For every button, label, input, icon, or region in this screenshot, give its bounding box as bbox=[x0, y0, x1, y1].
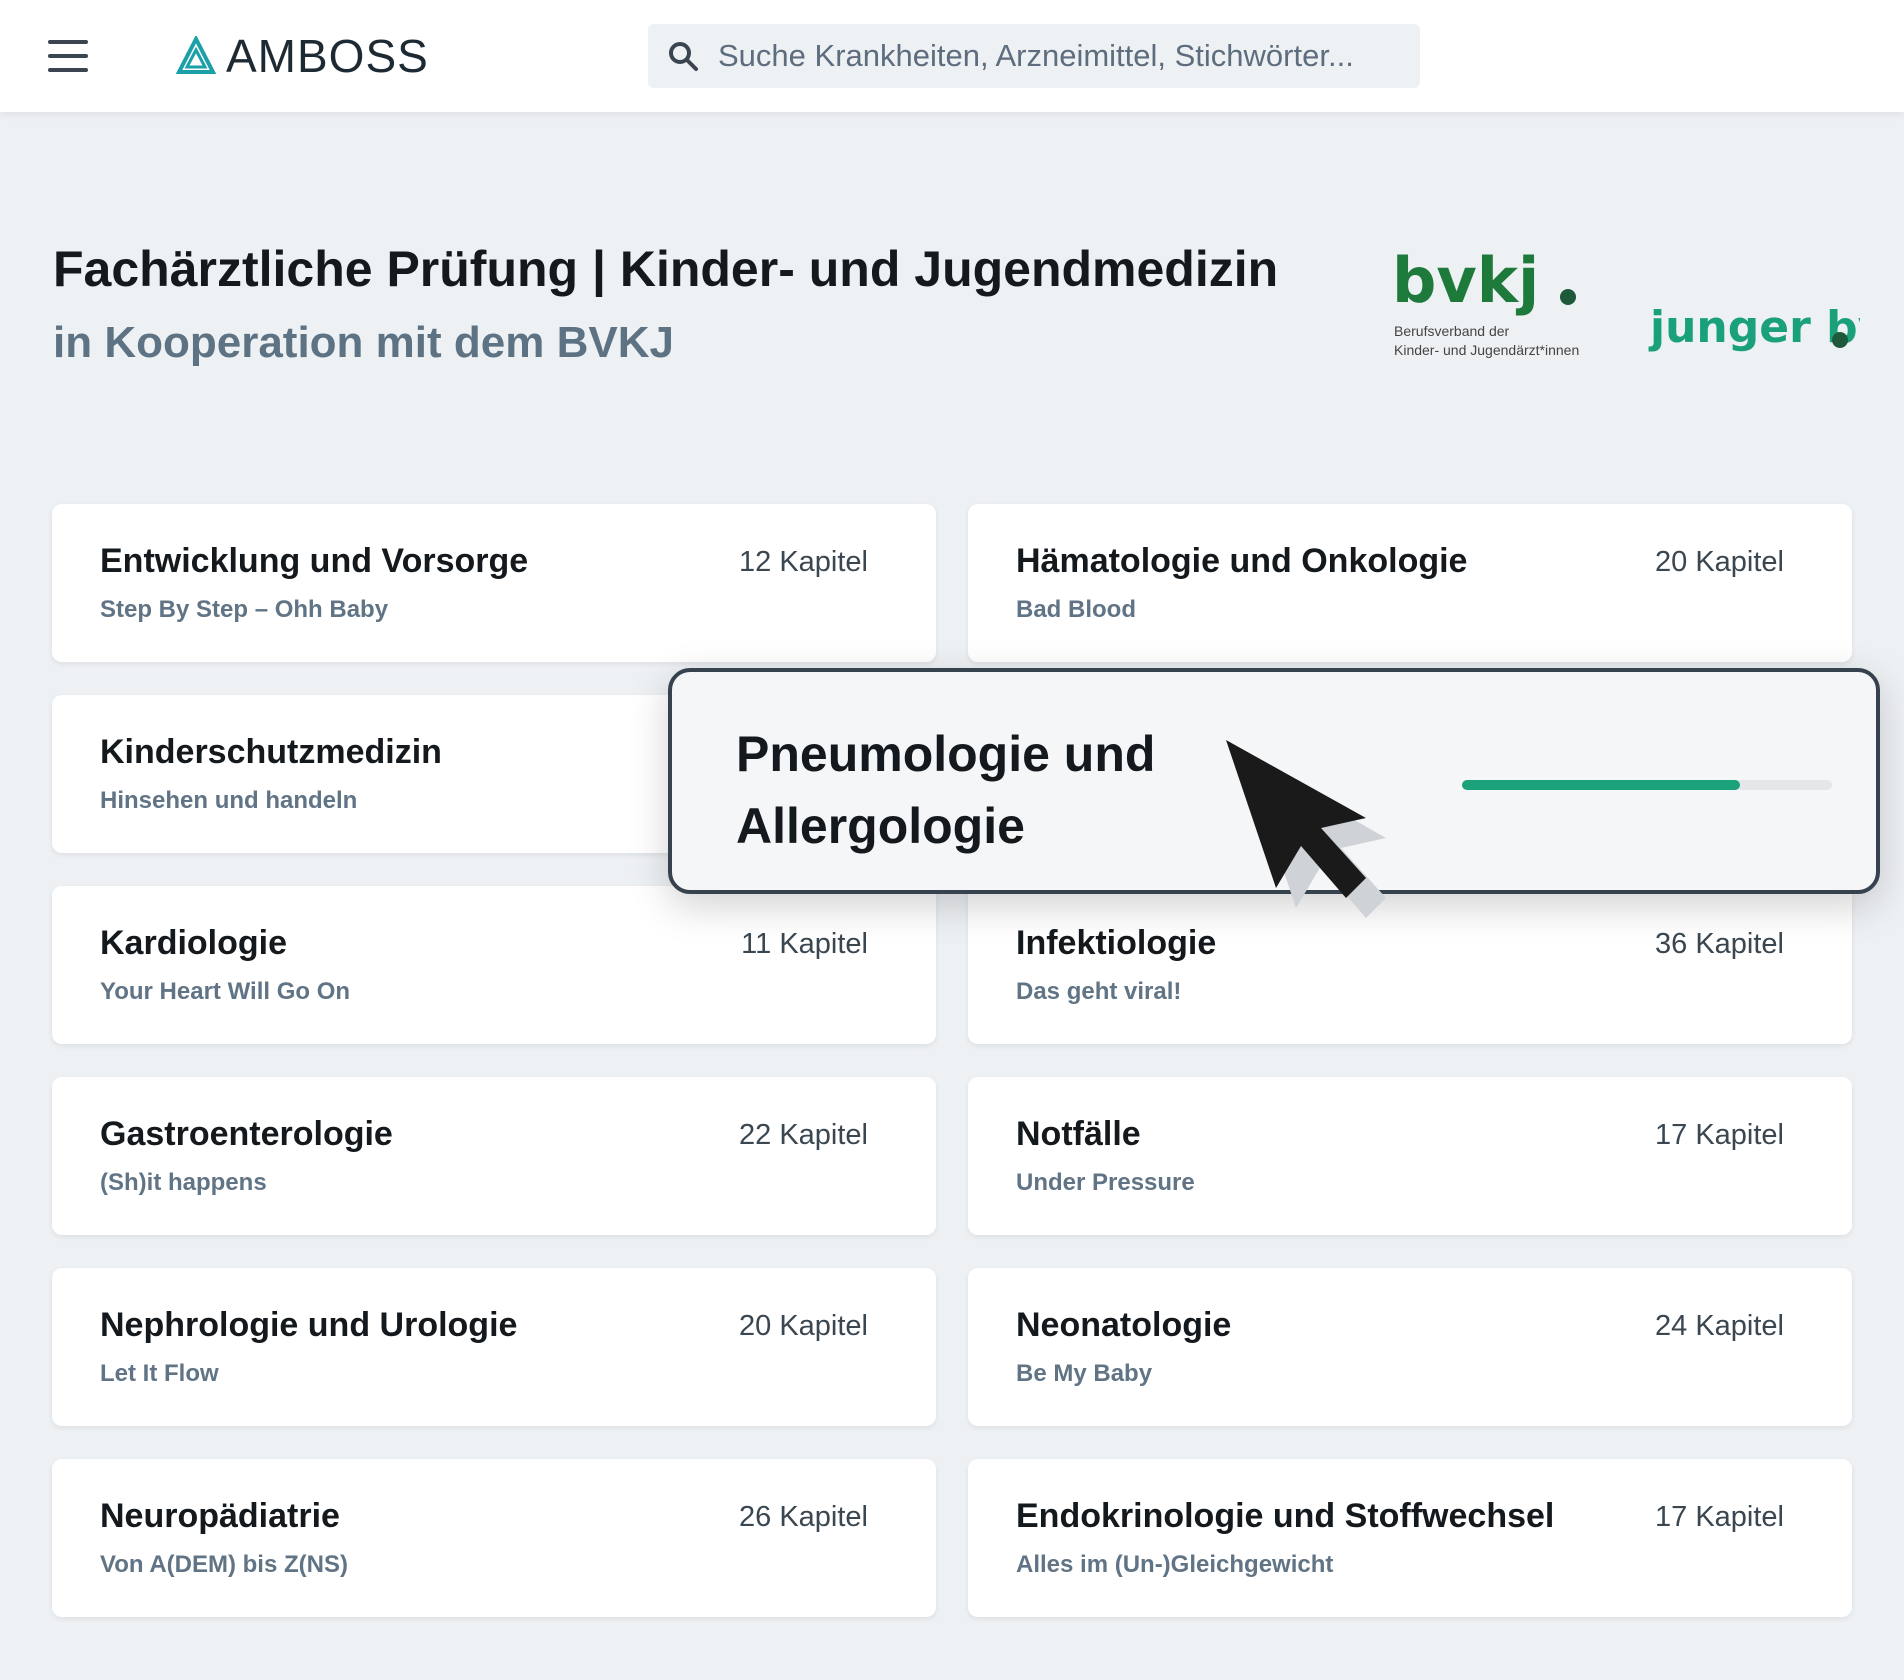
topic-subtitle: Be My Baby bbox=[1016, 1360, 1153, 1387]
topic-title: Neuropädiatrie bbox=[100, 1497, 340, 1535]
topic-card[interactable]: Hämatologie und Onkologie Bad Blood 20 Kap… bbox=[968, 504, 1852, 662]
topic-title: Kardiologie bbox=[100, 924, 288, 962]
topic-title: Entwicklung und Vorsorge bbox=[100, 542, 529, 580]
chapter-count: 17 Kapitel bbox=[1655, 1119, 1784, 1151]
bvkj-caption-line1: Berufsverband der bbox=[1394, 323, 1510, 339]
progress-bar bbox=[1462, 780, 1832, 790]
hamburger-menu-icon[interactable] bbox=[48, 40, 94, 74]
bvkj-logo-text: bvkj bbox=[1392, 244, 1539, 317]
topic-card[interactable]: Kardiologie Your Heart Will Go On 11 Kapit… bbox=[52, 886, 936, 1044]
search-icon bbox=[669, 42, 698, 71]
topic-subtitle: Your Heart Will Go On bbox=[100, 978, 351, 1005]
bvkj-caption: Berufsverband der Kinder- und Jugendärzt… bbox=[1394, 322, 1579, 360]
chapter-count: 20 Kapitel bbox=[1655, 546, 1784, 578]
highlighted-topic-title: Pneumologie und Allergologie bbox=[736, 718, 1256, 862]
topic-subtitle: Under Pressure bbox=[1016, 1169, 1195, 1196]
topic-title: Neonatologie bbox=[1016, 1306, 1232, 1344]
highlighted-title-line2: Allergologie bbox=[736, 798, 1025, 854]
progress-bar-fill bbox=[1462, 780, 1740, 790]
topic-subtitle: Alles im (Un-)Gleichgewicht bbox=[1016, 1551, 1334, 1578]
topic-card[interactable]: Endokrinologie und Stoffwechsel Alles im … bbox=[968, 1459, 1852, 1617]
topic-card[interactable]: Notfälle Under Pressure 17 Kapitel bbox=[968, 1077, 1852, 1235]
amboss-logo[interactable]: AMBOSS bbox=[176, 26, 429, 86]
topic-card[interactable]: Nephrologie und Urologie Let It Flow 20 Ka… bbox=[52, 1268, 936, 1426]
topic-title: Notfälle bbox=[1016, 1115, 1141, 1153]
topic-subtitle: Von A(DEM) bis Z(NS) bbox=[100, 1551, 348, 1578]
topic-title: Endokrinologie und Stoffwechsel bbox=[1016, 1497, 1555, 1535]
topic-subtitle: Step By Step – Ohh Baby bbox=[100, 596, 389, 623]
amboss-triangle-icon bbox=[176, 36, 216, 74]
page-subtitle: in Kooperation mit dem BVKJ bbox=[53, 318, 674, 367]
topic-card[interactable]: Gastroenterologie (Sh)it happens 22 Kapite… bbox=[52, 1077, 936, 1235]
bvkj-caption-line2: Kinder- und Jugendärzt*innen bbox=[1394, 342, 1580, 358]
junger-logo-text: junger bvkj bbox=[1648, 302, 1860, 353]
brand-name: AMBOSS bbox=[226, 30, 429, 82]
topic-subtitle: Hinsehen und handeln bbox=[100, 787, 358, 814]
junger-bvkj-logo: junger bvkj bbox=[1648, 302, 1860, 353]
search-input[interactable] bbox=[718, 38, 1398, 74]
highlighted-title-line1: Pneumologie und bbox=[736, 726, 1156, 782]
topic-title: Hämatologie und Onkologie bbox=[1016, 542, 1468, 580]
page-title: Fachärztliche Prüfung | Kinder- und Juge… bbox=[53, 241, 1279, 297]
topic-card[interactable]: Neonatologie Be My Baby 24 Kapitel bbox=[968, 1268, 1852, 1426]
chapter-count: 24 Kapitel bbox=[1655, 1310, 1784, 1342]
highlighted-topic-card[interactable]: Pneumologie und Allergologie bbox=[668, 668, 1880, 894]
topic-subtitle: Bad Blood bbox=[1016, 596, 1136, 623]
topic-title: Infektiologie bbox=[1016, 924, 1217, 962]
topic-title: Kinderschutzmedizin bbox=[100, 733, 442, 771]
chapter-count: 11 Kapitel bbox=[741, 928, 868, 960]
topic-subtitle: (Sh)it happens bbox=[100, 1169, 267, 1196]
topic-card[interactable]: Infektiologie Das geht viral! 36 Kapitel bbox=[968, 886, 1852, 1044]
chapter-count: 26 Kapitel bbox=[739, 1501, 868, 1533]
topic-title: Gastroenterologie bbox=[100, 1115, 393, 1153]
chapter-count: 20 Kapitel bbox=[739, 1310, 868, 1342]
topic-subtitle: Let It Flow bbox=[100, 1360, 219, 1387]
search-bar[interactable] bbox=[648, 24, 1420, 88]
top-bar: AMBOSS bbox=[0, 0, 1904, 112]
topic-subtitle: Das geht viral! bbox=[1016, 978, 1182, 1005]
topic-card[interactable]: Entwicklung und Vorsorge Step By Step – O… bbox=[52, 504, 936, 662]
topic-card[interactable]: Neuropädiatrie Von A(DEM) bis Z(NS) 26 Kap… bbox=[52, 1459, 936, 1617]
chapter-count: 36 Kapitel bbox=[1655, 928, 1784, 960]
chapter-count: 17 Kapitel bbox=[1655, 1501, 1784, 1533]
chapter-count: 12 Kapitel bbox=[739, 546, 868, 578]
chapter-count: 22 Kapitel bbox=[739, 1119, 868, 1151]
topic-title: Nephrologie und Urologie bbox=[100, 1306, 518, 1344]
